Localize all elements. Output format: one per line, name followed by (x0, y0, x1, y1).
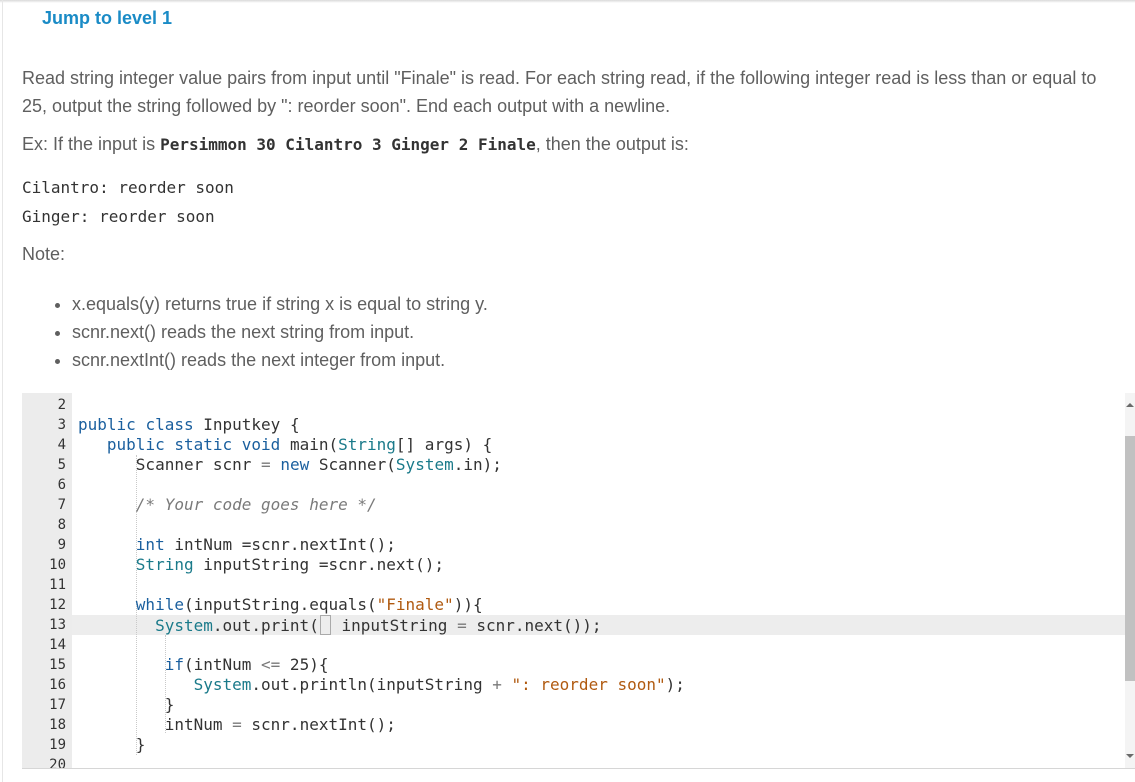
line-number: 15 (49, 657, 66, 673)
line-number: 16 (49, 677, 66, 693)
code-line[interactable]: while(inputString.equals("Finale")){ (78, 595, 685, 615)
bracket-match-marker (319, 615, 331, 635)
note-item: scnr.next() reads the next string from i… (72, 318, 488, 346)
left-divider (2, 0, 3, 782)
note-label: Note: (22, 244, 66, 264)
code-text[interactable]: public class Inputkey { public static vo… (78, 395, 685, 768)
line-number: 2 (57, 397, 66, 413)
line-number: 19 (49, 737, 66, 753)
code-line[interactable]: if(intNum <= 25){ (78, 655, 685, 675)
line-number: 4 (57, 437, 66, 453)
code-line[interactable]: String inputString =scnr.next(); (78, 555, 685, 575)
line-number: 20 (49, 757, 66, 769)
code-line[interactable]: } (78, 695, 685, 715)
top-divider (0, 0, 1135, 3)
line-number: 9 (57, 537, 66, 553)
note-item: x.equals(y) returns true if string x is … (72, 290, 488, 318)
code-editor[interactable]: 2 3 4 5 6 7 8 9 10 11 12 13 14 15 16 17 … (22, 393, 1135, 769)
example-prefix: Ex: If the input is (22, 134, 161, 154)
line-number: 13 (49, 617, 66, 633)
line-number: 3 (57, 417, 66, 433)
scrollbar-thumb[interactable] (1125, 436, 1135, 681)
code-line[interactable]: public class Inputkey { (78, 415, 685, 435)
scroll-down-arrow-icon[interactable] (1126, 754, 1134, 758)
problem-statement: Read string integer value pairs from inp… (22, 64, 1122, 120)
example-line: Ex: If the input is Persimmon 30 Cilantr… (22, 131, 689, 158)
code-line[interactable]: Scanner scnr = new Scanner(System.in); (78, 455, 685, 475)
problem-paragraph: Read string integer value pairs from inp… (22, 68, 1097, 116)
code-line[interactable]: System.out.print( inputString = scnr.nex… (78, 615, 685, 635)
code-line[interactable]: int intNum =scnr.nextInt(); (78, 535, 685, 555)
code-line[interactable] (78, 635, 685, 655)
code-line[interactable] (78, 395, 685, 415)
line-number: 12 (49, 597, 66, 613)
code-line[interactable] (78, 475, 685, 495)
code-line[interactable]: System.out.println(inputString + ": reor… (78, 675, 685, 695)
line-number: 11 (49, 577, 66, 593)
example-input: Persimmon 30 Cilantro 3 Ginger 2 Finale (160, 135, 536, 154)
note-item: scnr.nextInt() reads the next integer fr… (72, 346, 488, 374)
line-number: 14 (49, 637, 66, 653)
example-suffix: , then the output is: (535, 134, 689, 154)
line-number: 10 (49, 557, 66, 573)
line-number: 5 (57, 457, 66, 473)
zybook-challenge-page: Jump to level 1 Read string integer valu… (0, 0, 1135, 782)
line-numbers: 2 3 4 5 6 7 8 9 10 11 12 13 14 15 16 17 … (22, 395, 66, 769)
scroll-up-arrow-icon[interactable] (1126, 403, 1134, 407)
code-line[interactable] (78, 515, 685, 535)
jump-to-level-link[interactable]: Jump to level 1 (42, 8, 172, 29)
line-number: 18 (49, 717, 66, 733)
code-line[interactable]: intNum = scnr.nextInt(); (78, 715, 685, 735)
code-line[interactable]: } (78, 735, 685, 755)
line-number: 7 (57, 497, 66, 513)
code-line[interactable]: public static void main(String[] args) { (78, 435, 685, 455)
notes-list: x.equals(y) returns true if string x is … (52, 290, 488, 374)
code-line[interactable]: /* Your code goes here */ (78, 495, 685, 515)
line-number: 17 (49, 697, 66, 713)
code-line[interactable] (78, 575, 685, 595)
line-number: 6 (57, 477, 66, 493)
output-line: Cilantro: reorder soon (22, 178, 234, 197)
line-number: 8 (57, 517, 66, 533)
example-output: Cilantro: reorder soon Ginger: reorder so… (22, 173, 234, 231)
code-line[interactable] (78, 755, 685, 768)
output-line: Ginger: reorder soon (22, 207, 215, 226)
